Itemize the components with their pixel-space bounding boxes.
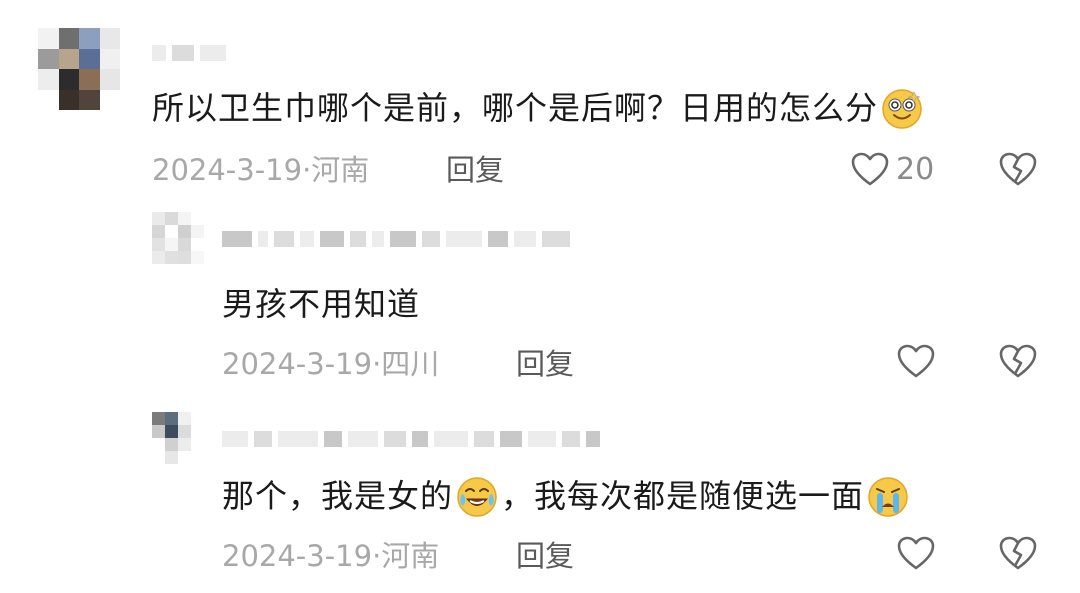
username-blurred[interactable]: [152, 42, 226, 64]
broken-heart-icon[interactable]: [998, 534, 1038, 574]
broken-heart-icon[interactable]: [998, 342, 1038, 382]
crying-emoji-icon: [868, 477, 908, 517]
comment-text-continuation: ，我每次都是随便选一面: [501, 477, 865, 515]
comment-text-content: 所以卫生巾哪个是前，哪个是后啊？日用的怎么分: [152, 89, 879, 127]
laughing-crying-emoji-icon: [457, 477, 497, 517]
heart-outline-icon: [897, 344, 935, 378]
heart-outline-icon: [851, 152, 889, 186]
comment-text-content: 那个，我是女的: [222, 477, 454, 515]
comment-text: 那个，我是女的 ，我每次都是随便选一面: [222, 474, 912, 518]
reply-button[interactable]: 回复: [516, 346, 574, 382]
avatar[interactable]: [152, 412, 204, 464]
reply-button[interactable]: 回复: [516, 538, 574, 574]
avatar[interactable]: [38, 28, 120, 110]
like-button[interactable]: [896, 534, 936, 574]
comment-text-content: 男孩不用知道: [222, 285, 421, 323]
broken-heart-icon[interactable]: [998, 150, 1038, 190]
comment-date-location: 2024-3-19·四川: [222, 347, 440, 381]
like-button[interactable]: 20: [850, 150, 934, 190]
reply-button[interactable]: 回复: [446, 152, 504, 188]
heart-outline-icon: [897, 536, 935, 570]
comment-text: 所以卫生巾哪个是前，哪个是后啊？日用的怎么分: [152, 86, 926, 130]
avatar[interactable]: [152, 212, 204, 264]
dizzy-smile-emoji-icon: [882, 89, 922, 129]
comment-date-location: 2024-3-19·河南: [222, 539, 440, 573]
like-count: 20: [896, 152, 935, 187]
like-button[interactable]: [896, 342, 936, 382]
comment-text: 男孩不用知道: [222, 284, 420, 324]
comment-thread: 所以卫生巾哪个是前，哪个是后啊？日用的怎么分 2024-3-19·河南 回复 2…: [0, 0, 1080, 593]
username-blurred[interactable]: [222, 228, 570, 250]
comment-date-location: 2024-3-19·河南: [152, 153, 370, 187]
username-blurred[interactable]: [222, 428, 600, 450]
